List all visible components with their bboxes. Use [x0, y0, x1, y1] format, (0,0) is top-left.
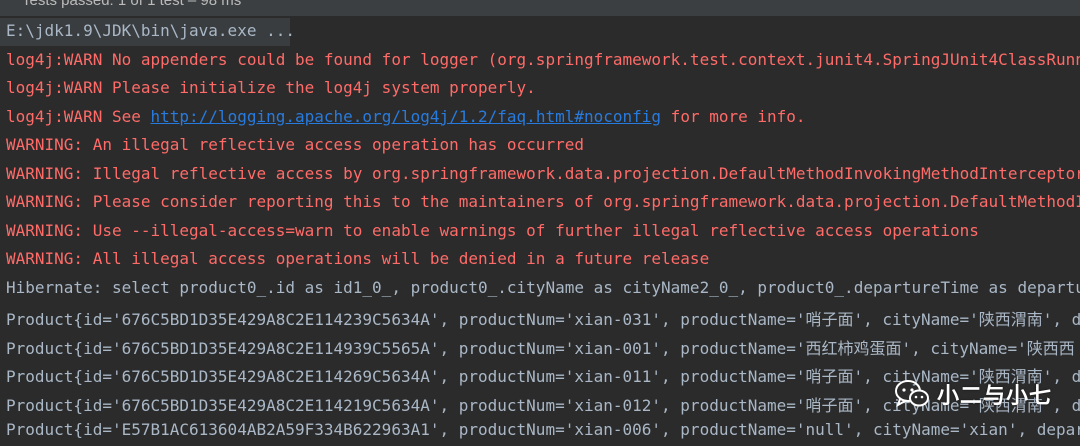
run-console: Tests passed: 1 of 1 test – 98 ms E:\jdk…	[0, 0, 1080, 446]
console-line-text: log4j:WARN See	[6, 106, 151, 126]
console-line: WARNING: Use --illegal-access=warn to en…	[6, 221, 1080, 250]
console-line-text: log4j:WARN No appenders could be found f…	[6, 49, 1080, 69]
console-line: WARNING: All illegal access operations w…	[6, 249, 1080, 278]
console-line-text: WARNING: All illegal access operations w…	[6, 249, 710, 268]
console-line-text: Product{id='676C5BD1D35E429A8C2E114239C5…	[6, 310, 1080, 329]
console-line: log4j:WARN No appenders could be found f…	[6, 50, 1080, 79]
console-line-text: WARNING: An illegal reflective access op…	[6, 135, 584, 154]
test-status-text: Tests passed: 1 of 1 test – 98 ms	[22, 0, 242, 9]
console-line: WARNING: Illegal reflective access by or…	[6, 164, 1080, 193]
console-line: Hibernate: select product0_.id as id1_0_…	[6, 278, 1080, 307]
console-line-text: Hibernate: select product0_.id as id1_0_…	[6, 277, 1080, 297]
console-line-text: WARNING: Use --illegal-access=warn to en…	[6, 220, 979, 240]
console-line: WARNING: An illegal reflective access op…	[6, 135, 1080, 164]
wechat-icon	[894, 380, 929, 408]
console-line-text: WARNING: Please consider reporting this …	[6, 192, 1080, 211]
watermark-text: 小二与小七	[936, 384, 1052, 409]
console-line: log4j:WARN See http://logging.apache.org…	[6, 107, 1080, 136]
console-line-text: for more info.	[661, 106, 806, 126]
console-line: Product{id='E57B1AC613604AB2A59F334B6229…	[6, 420, 1080, 446]
console-line-text: Product{id='676C5BD1D35E429A8C2E114939C5…	[6, 338, 1075, 358]
log4j-faq-link[interactable]: http://logging.apache.org/log4j/1.2/faq.…	[151, 107, 662, 126]
console-line-text: WARNING: Illegal reflective access by or…	[6, 163, 1080, 183]
console-command-line: E:\jdk1.9\JDK\bin\java.exe ...	[6, 21, 1080, 50]
console-line: WARNING: Please consider reporting this …	[6, 192, 1080, 221]
console-line: log4j:WARN Please initialize the log4j s…	[6, 78, 1080, 107]
console-line-text: Product{id='E57B1AC613604AB2A59F334B6229…	[6, 420, 1080, 439]
wechat-watermark: 小二与小七	[894, 378, 1052, 410]
java-command: E:\jdk1.9\JDK\bin\java.exe ...	[6, 21, 295, 40]
console-line: Product{id='676C5BD1D35E429A8C2E114239C5…	[6, 306, 1080, 335]
test-status-bar: Tests passed: 1 of 1 test – 98 ms	[0, 0, 1080, 16]
console-line-text: log4j:WARN Please initialize the log4j s…	[6, 78, 536, 97]
console-line: Product{id='676C5BD1D35E429A8C2E114939C5…	[6, 335, 1080, 364]
